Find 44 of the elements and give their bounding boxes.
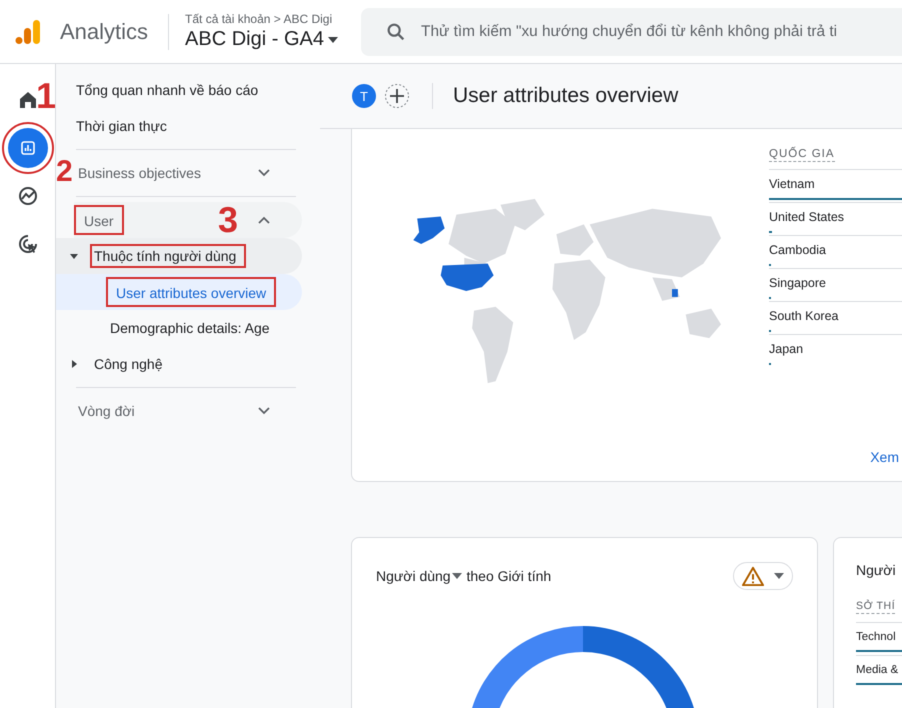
reports-button[interactable] [8,128,48,168]
nav-item[interactable]: Demographic details: Age [56,310,302,346]
triangle-right-icon [70,360,78,368]
country-name: Vietnam [769,176,816,190]
country-name: United States [769,210,846,224]
nav-section[interactable]: Business objectives [74,155,302,191]
card-title[interactable]: Người [856,562,902,578]
add-icon[interactable] [384,83,410,109]
nav-item[interactable]: User attributes overview [56,274,302,310]
view-link[interactable]: Xem [870,449,899,465]
column-heading: SỞ THÍ [856,600,896,614]
nav-group[interactable]: Thuộc tính người dùng [56,238,302,274]
search-field[interactable]: Thử tìm kiếm "xu hướng chuyển đổi từ kênh không phải trả ti [361,8,902,56]
step-number: 3 [218,202,238,238]
interest-name: Technol [856,630,897,642]
caret-icon [452,573,462,579]
nav-link[interactable]: Tổng quan nhanh về báo cáo [56,72,320,108]
avatar[interactable]: T [352,84,376,108]
nav-group[interactable]: Công nghệ [56,346,302,382]
country-name: Cambodia [769,242,827,256]
app-name: Analytics [60,18,148,44]
property-selector[interactable]: ABC Digi - GA4 [185,28,338,51]
nav-link[interactable]: Thời gian thực [56,108,320,144]
search-input[interactable]: Thử tìm kiếm "xu hướng chuyển đổi từ kênh không phải trả ti [421,22,902,40]
warning-icon [742,566,764,586]
chevron-down-icon [258,407,270,415]
caret-icon [774,573,784,579]
country-name: South Korea [769,308,840,322]
column-heading: QUỐC GIA [769,148,835,162]
interest-name: Media & [856,664,900,676]
chevron-down-icon [258,169,270,177]
card-title[interactable]: Người dùng theo Giới tính [376,568,552,584]
nav-section[interactable]: Vòng đời [74,393,302,429]
warning-menu-button[interactable] [733,562,793,590]
account-breadcrumb[interactable]: Tất cả tài khoản > ABC Digi [185,12,332,26]
analytics-logo-icon [14,18,42,46]
step-number: 1 [36,78,56,114]
page-title: User attributes overview [453,84,678,108]
triangle-down-icon [70,252,78,260]
step-number: 2 [56,157,73,187]
country-name: Singapore [769,276,827,290]
caret-icon [328,36,338,42]
chevron-up-icon [258,216,270,224]
country-name: Japan [769,342,804,356]
